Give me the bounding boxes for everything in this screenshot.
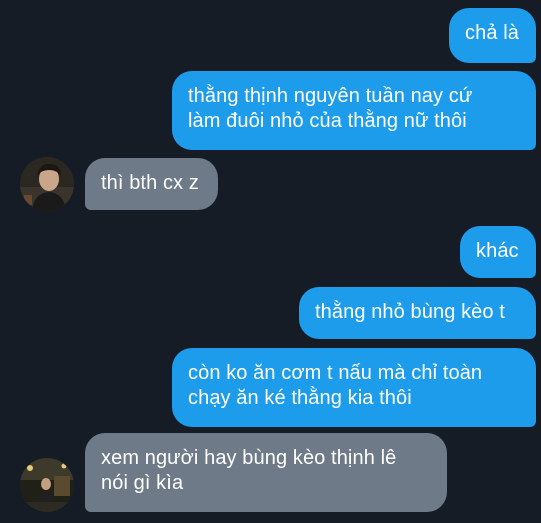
message-outgoing[interactable]: còn ko ăn cơm t nấu mà chỉ toàn chạy ăn … [172, 348, 536, 427]
contact-avatar[interactable] [20, 157, 74, 211]
message-incoming[interactable]: xem người hay bùng kèo thịnh lê nói gì k… [85, 433, 447, 512]
message-outgoing[interactable]: khác [460, 226, 536, 278]
message-outgoing[interactable]: thằng thịnh nguyên tuần nay cứ làm đuôi … [172, 71, 536, 150]
message-outgoing[interactable]: thằng nhỏ bùng kèo t [299, 287, 536, 339]
avatar-photo [20, 157, 74, 211]
contact-avatar[interactable] [20, 458, 74, 512]
avatar-photo [20, 458, 74, 512]
message-incoming[interactable]: thì bth cx z [85, 158, 218, 210]
chat-thread: chả là thằng thịnh nguyên tuần nay cứ là… [0, 0, 541, 523]
message-outgoing[interactable]: chả là [449, 8, 536, 63]
